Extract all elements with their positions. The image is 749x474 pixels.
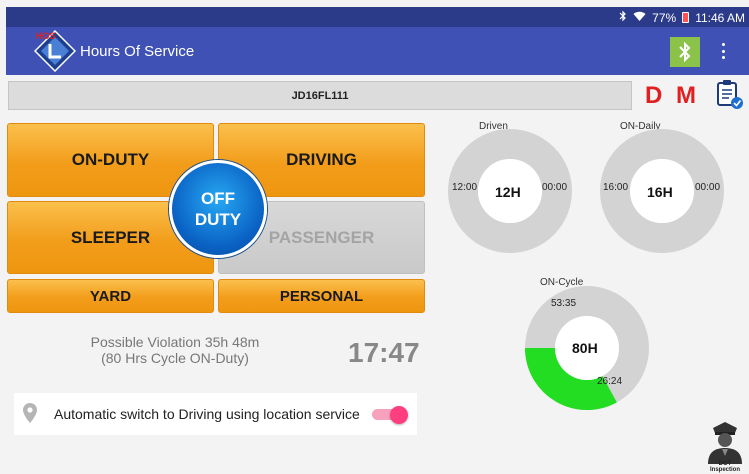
app-title: Hours Of Service (80, 43, 195, 60)
vehicle-selector[interactable]: JD16FL111 (8, 81, 632, 110)
violation-line1: Possible Violation 35h 48m (90, 334, 260, 350)
auto-switch-row: Automatic switch to Driving using locati… (14, 393, 417, 435)
status-bar: 77% 11:46 AM (6, 7, 749, 27)
off-duty-label-line1: OFF (201, 189, 235, 208)
bluetooth-icon (679, 42, 691, 62)
more-vert-icon (721, 43, 725, 46)
police-officer-icon (708, 422, 742, 464)
logo-text: HOS (36, 31, 56, 41)
auto-switch-toggle[interactable] (372, 406, 408, 424)
dot-inspection-label: DOT Inspection (709, 461, 740, 473)
on-daily-gauge-center: 16H (647, 184, 673, 200)
flag-m[interactable]: M (676, 82, 696, 110)
personal-button[interactable]: PERSONAL (218, 279, 425, 313)
driven-gauge-center: 12H (495, 184, 521, 200)
on-cycle-gauge-center: 80H (572, 340, 598, 356)
battery-percent: 77% (652, 10, 677, 25)
on-cycle-used-value: 26:24 (597, 376, 623, 387)
yard-button[interactable]: YARD (7, 279, 214, 313)
more-menu-button[interactable] (718, 41, 728, 61)
bluetooth-button[interactable] (670, 37, 700, 67)
violation-line2: (80 Hrs Cycle ON-Duty) (101, 350, 249, 366)
app-logo[interactable]: HOS (33, 29, 77, 73)
status-icons: 77% 11:46 AM (619, 10, 745, 25)
driven-gauge-left-value: 12:00 (452, 182, 478, 193)
bluetooth-icon (619, 10, 627, 25)
clipboard-check-icon[interactable] (715, 79, 745, 111)
remaining-clock: 17:47 (348, 337, 420, 368)
driven-gauge-right-value: 00:00 (542, 182, 568, 193)
status-time: 11:46 AM (695, 10, 745, 25)
off-duty-button[interactable]: OFF DUTY (169, 160, 267, 258)
dot-inspection-button[interactable]: DOT Inspection (705, 418, 745, 474)
off-duty-label-line2: DUTY (194, 210, 242, 229)
flag-d[interactable]: D (645, 82, 662, 110)
on-daily-gauge-right-value: 00:00 (695, 182, 721, 193)
app-bar: HOS Hours Of Service (6, 27, 749, 75)
battery-icon (682, 12, 690, 23)
location-pin-icon (22, 402, 38, 429)
violation-message: Possible Violation 35h 48m (80 Hrs Cycle… (60, 334, 290, 366)
on-cycle-remaining-value: 53:35 (551, 298, 577, 309)
wifi-icon (633, 11, 646, 25)
auto-switch-label: Automatic switch to Driving using locati… (54, 406, 360, 422)
toggle-thumb (390, 406, 408, 424)
on-daily-gauge-left-value: 16:00 (603, 182, 629, 193)
